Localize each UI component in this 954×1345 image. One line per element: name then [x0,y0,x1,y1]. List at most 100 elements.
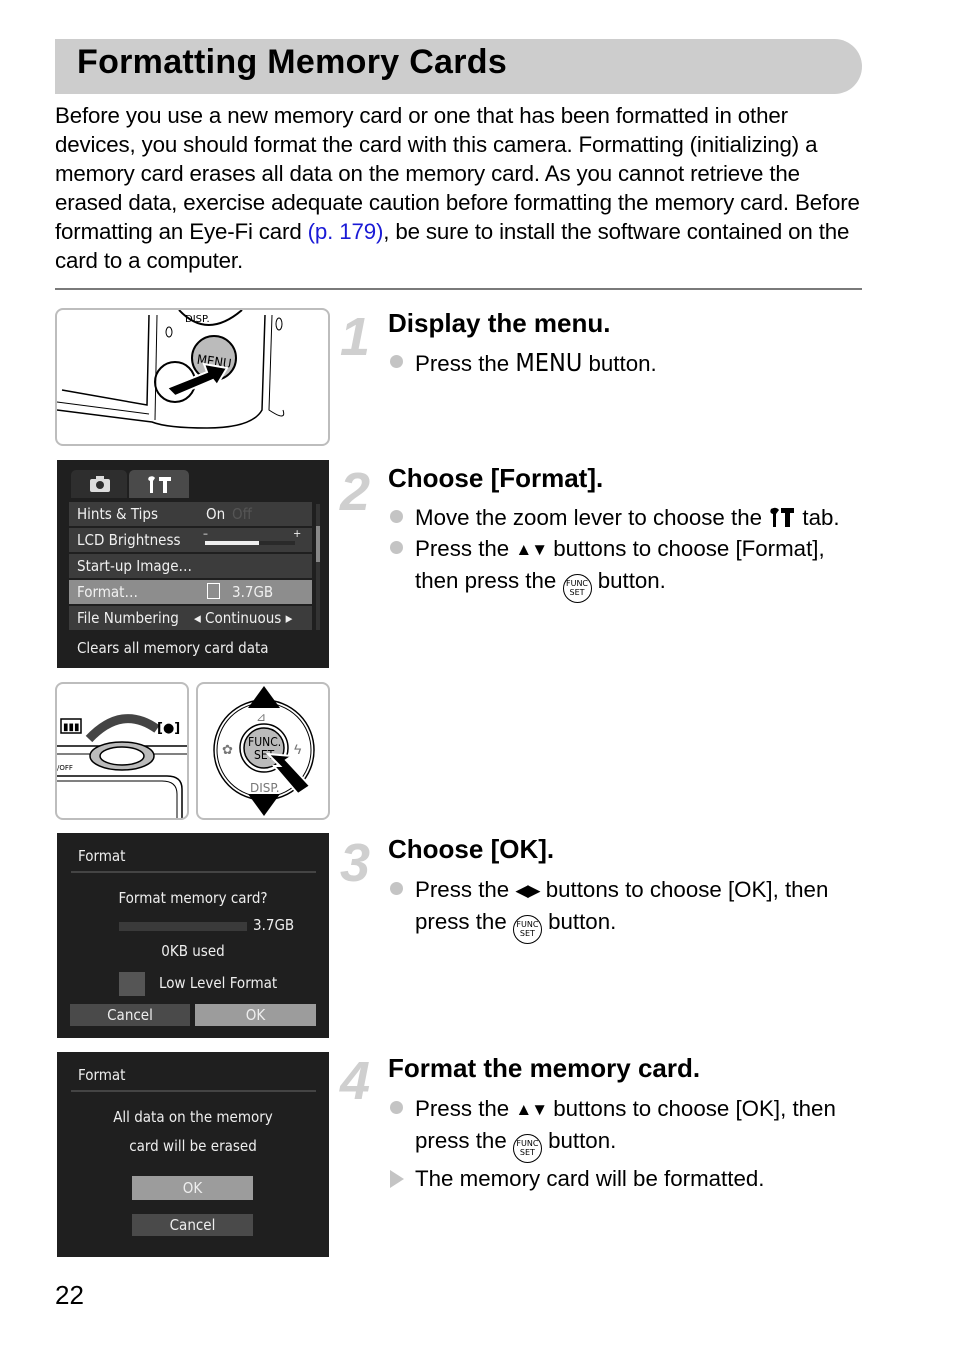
bullet-icon [390,510,403,523]
dialog-message-line: card will be erased [129,1137,257,1155]
step-title: Display the menu. [388,308,611,338]
dialog-title: Format [78,847,126,865]
menu-row-label: Hints & Tips [77,505,158,523]
dialog-question: Format memory card? [118,889,268,907]
step-instructions: Press the ▲▼ buttons to choose [OK], the… [388,1093,868,1194]
menu-button-illustration: DISP. MENU [55,308,330,446]
page-reference-link[interactable]: (p. 179) [308,219,384,244]
camera-back-menu-icon: DISP. MENU [57,310,285,429]
page-title: Formatting Memory Cards [77,43,508,81]
dialog-message-line: All data on the memory [113,1108,273,1126]
instruction-text: Press the [415,536,516,561]
bullet-icon [390,355,403,368]
bullet-icon [390,882,403,895]
func-set-button-icon: FUNC SET [562,574,592,603]
menu-row-label: Start-up Image… [77,557,193,575]
menu-row-label: LCD Brightness [77,531,181,549]
svg-text:⊿: ⊿ [256,710,266,724]
menu-row-option-off: Off [232,505,252,523]
ok-button[interactable]: OK [132,1176,253,1200]
svg-text:▮▮▮: ▮▮▮ [63,722,80,733]
setup-menu-screen: Hints & Tips On Off LCD Brightness – + S… [57,460,329,668]
menu-scrollbar [316,504,320,630]
instruction-bullet: Press the ▲▼ buttons to choose [Format],… [388,533,868,603]
svg-text:✿: ✿ [222,742,233,757]
instruction-text: button. [541,909,617,934]
menu-row-label: Format… [77,583,138,601]
cancel-button[interactable]: Cancel [132,1214,253,1236]
setup-tab [129,470,189,498]
control-dial-icon: FUNC. SET DISP. ⊿ ✿ ϟ [213,686,315,816]
menu-row-label: File Numbering [77,609,179,627]
page-number: 22 [55,1280,84,1310]
instruction-text: tab. [796,505,840,530]
menu-row-value: ◂ Continuous ▸ [194,609,293,627]
erase-confirmation-screen: Format All data on the memory card will … [57,1052,329,1257]
instruction-text: button. [582,351,657,376]
menu-row-value: 3.7GB [232,583,274,601]
svg-text:[●]: [●] [157,721,180,736]
camera-tab [71,470,127,498]
instruction-text: Press the [415,1096,516,1121]
step-number: 3 [340,833,371,893]
low-level-format-checkbox[interactable] [119,972,145,996]
result-arrow-icon [390,1170,404,1188]
menu-row-format: Format… 3.7GB [69,580,312,604]
dialog-title-divider [71,871,316,873]
instruction-text: button. [591,568,666,593]
control-dial-illustration: FUNC. SET DISP. ⊿ ✿ ϟ [196,682,330,820]
step-instructions: Press the MENU button. [388,347,868,379]
memory-card-icon [207,583,220,599]
cancel-button[interactable]: Cancel [70,1004,190,1026]
divider [55,288,862,290]
section-title-bar: Formatting Memory Cards [55,39,862,94]
bullet-icon [390,1101,403,1114]
instruction-bullet: Press the ▲▼ buttons to choose [OK], the… [388,1093,868,1163]
menu-row-startup-image: Start-up Image… [69,554,312,578]
instruction-text: Press the [415,877,516,902]
capacity-bar [119,922,247,931]
up-down-arrows-icon: ▲▼ [515,1100,548,1119]
step-instructions: Move the zoom lever to choose the tab. P… [388,502,868,603]
menu-help-text: Clears all memory card data [77,639,269,657]
step-number: 1 [340,307,371,367]
step-title: Choose [Format]. [388,463,604,493]
menu-row-file-numbering: File Numbering ◂ Continuous ▸ [69,606,312,630]
camera-icon [90,476,110,492]
used-space-text: 0KB used [161,942,225,960]
step-title: Choose [OK]. [388,834,555,864]
zoom-lever-icon: ▮▮▮ [●] /OFF [57,714,187,818]
step-number: 2 [340,462,371,522]
menu-row-value: On [206,505,226,523]
result-bullet: The memory card will be formatted. [388,1163,868,1194]
menu-button-icon: MENU [515,348,583,377]
capacity-value: 3.7GB [253,916,295,934]
brightness-level-fill [205,541,259,545]
menu-row-hints-tips: Hints & Tips On Off [69,502,312,526]
svg-text:DISP.: DISP. [250,781,280,795]
func-set-button-icon: FUNC SET [512,1134,542,1163]
step-title: Format the memory card. [388,1053,701,1083]
instruction-text: button. [541,1128,617,1153]
dialog-title-divider [71,1090,316,1092]
func-set-button-icon: FUNC SET [512,915,542,944]
format-dialog-screen: Format Format memory card? 3.7GB 0KB use… [57,833,329,1038]
svg-text:/OFF: /OFF [57,764,73,772]
wrench-hammer-icon [770,507,795,527]
dialog-title: Format [78,1066,126,1084]
intro-paragraph: Before you use a new memory card or one … [55,101,867,275]
instruction-bullet: Press the MENU button. [388,347,868,379]
svg-text:ϟ: ϟ [294,741,302,757]
checkbox-label: Low Level Format [159,974,278,992]
left-right-arrows-icon: ◀▶ [515,881,540,900]
zoom-lever-illustration: ▮▮▮ [●] /OFF [55,682,189,820]
step-instructions: Press the ◀▶ buttons to choose [OK], the… [388,874,868,944]
step-number: 4 [340,1051,371,1111]
up-down-arrows-icon: ▲▼ [515,540,548,559]
instruction-text: Press the [415,351,516,376]
ok-button[interactable]: OK [195,1004,316,1026]
bullet-icon [390,541,403,554]
menu-scrollbar-thumb [316,526,320,562]
menu-row-lcd-brightness: LCD Brightness – + [69,527,312,552]
svg-text:DISP.: DISP. [185,314,210,325]
